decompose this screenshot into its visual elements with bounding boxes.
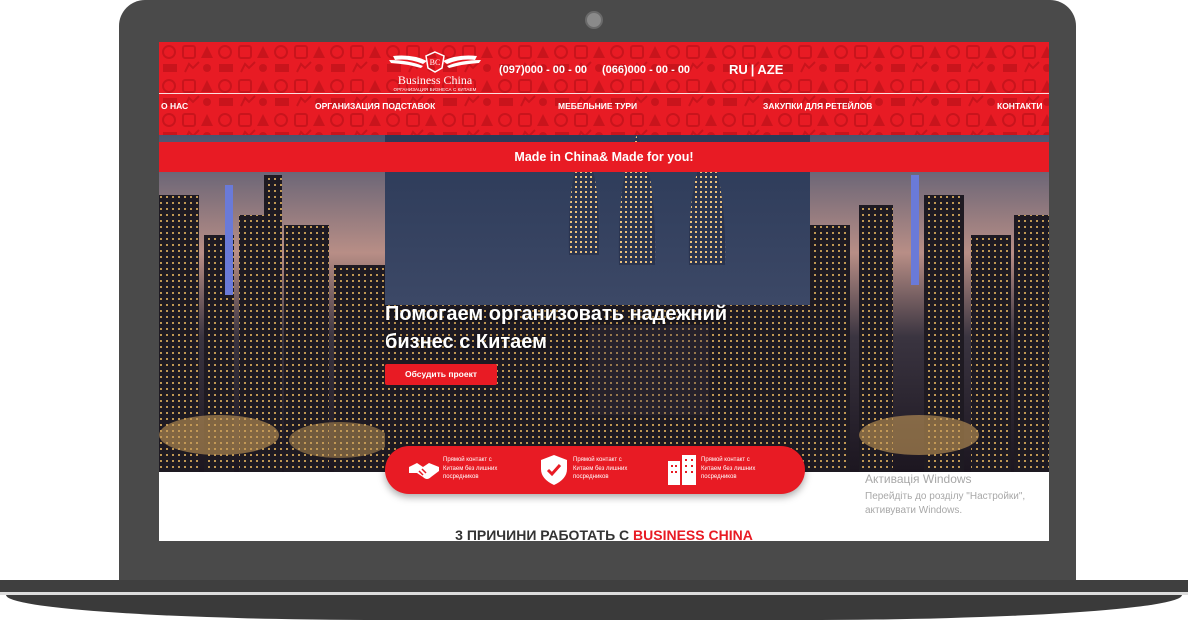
feature-text: Прямой контакт с Китаем без лишних посре… <box>443 457 498 480</box>
logo-name: Business China <box>397 73 473 87</box>
laptop-base <box>6 595 1182 620</box>
language-switcher: RU | AZE <box>729 62 783 77</box>
windows-activation-watermark: Активація Windows Перейдіть до розділу "… <box>865 472 1025 518</box>
feature-text: Прямой контакт с Китаем без лишних посре… <box>573 457 628 480</box>
site-header: BC Business China ОРГАНИЗАЦИЯ БИЗНЕСА С … <box>159 42 1049 135</box>
nav-divider <box>159 93 1049 94</box>
nav-item-retail-purchases[interactable]: ЗАКУПКИ ДЛЯ РЕТЕЙЛОВ <box>763 101 872 111</box>
hero-title: Помогаем организовать надежний бизнес с … <box>385 300 785 356</box>
slogan-banner: Made in China& Made for you! <box>159 142 1049 172</box>
phone-number-1[interactable]: (097)000 - 00 - 00 <box>499 64 587 76</box>
lang-aze-link[interactable]: AZE <box>757 62 783 77</box>
features-bar: Прямой контакт с Китаем без лишних посре… <box>385 446 805 494</box>
svg-text:BC: BC <box>430 58 441 67</box>
business-china-logo[interactable]: BC Business China ОРГАНИЗАЦИЯ БИЗНЕСА С … <box>387 50 483 94</box>
watermark-line-2: активувати Windows. <box>865 505 963 516</box>
website-screen: BC Business China ОРГАНИЗАЦИЯ БИЗНЕСА С … <box>159 42 1049 541</box>
lang-separator: | <box>750 62 755 77</box>
hero-title-line-2: бизнес с Китаем <box>385 331 547 353</box>
hero-title-line-1: Помогаем организовать надежний <box>385 303 728 325</box>
handshake-icon <box>409 463 439 479</box>
logo-tagline: ОРГАНИЗАЦИЯ БИЗНЕСА С КИТАЕМ <box>393 87 477 92</box>
watermark-title: Активація Windows <box>865 472 972 486</box>
laptop-hinge <box>0 580 1188 592</box>
reasons-heading-prefix: 3 ПРИЧИНИ РАБОТАТЬ С <box>455 527 630 541</box>
lang-ru-link[interactable]: RU <box>729 62 748 77</box>
reasons-heading: 3 ПРИЧИНИ РАБОТАТЬ С BUSINESS CHINA <box>159 527 1049 541</box>
header-icon-pattern <box>159 42 1049 135</box>
nav-item-about[interactable]: О НАС <box>161 101 188 111</box>
nav-item-furniture-tours[interactable]: МЕБЕЛЬНИЕ ТУРИ <box>558 101 637 111</box>
feature-text: Прямой контакт с Китаем без лишних посре… <box>701 457 756 480</box>
discuss-project-button[interactable]: Обсудить проект <box>385 364 497 385</box>
nav-item-stands[interactable]: ОРГАНИЗАЦИЯ ПОДСТАВОК <box>315 101 435 111</box>
wings-logo-icon: BC <box>389 51 481 73</box>
nav-item-contacts[interactable]: КОНТАКТИ <box>997 101 1042 111</box>
shield-check-icon <box>541 455 567 485</box>
watermark-line-1: Перейдіть до розділу "Настройки", <box>865 491 1026 502</box>
hero-section: Made in China& Made for you! Помогаем ор… <box>159 135 1049 472</box>
camera-icon <box>585 11 603 29</box>
phone-number-2[interactable]: (066)000 - 00 - 00 <box>602 64 690 76</box>
buildings-icon <box>668 455 696 485</box>
reasons-heading-brand: BUSINESS CHINA <box>633 527 753 541</box>
